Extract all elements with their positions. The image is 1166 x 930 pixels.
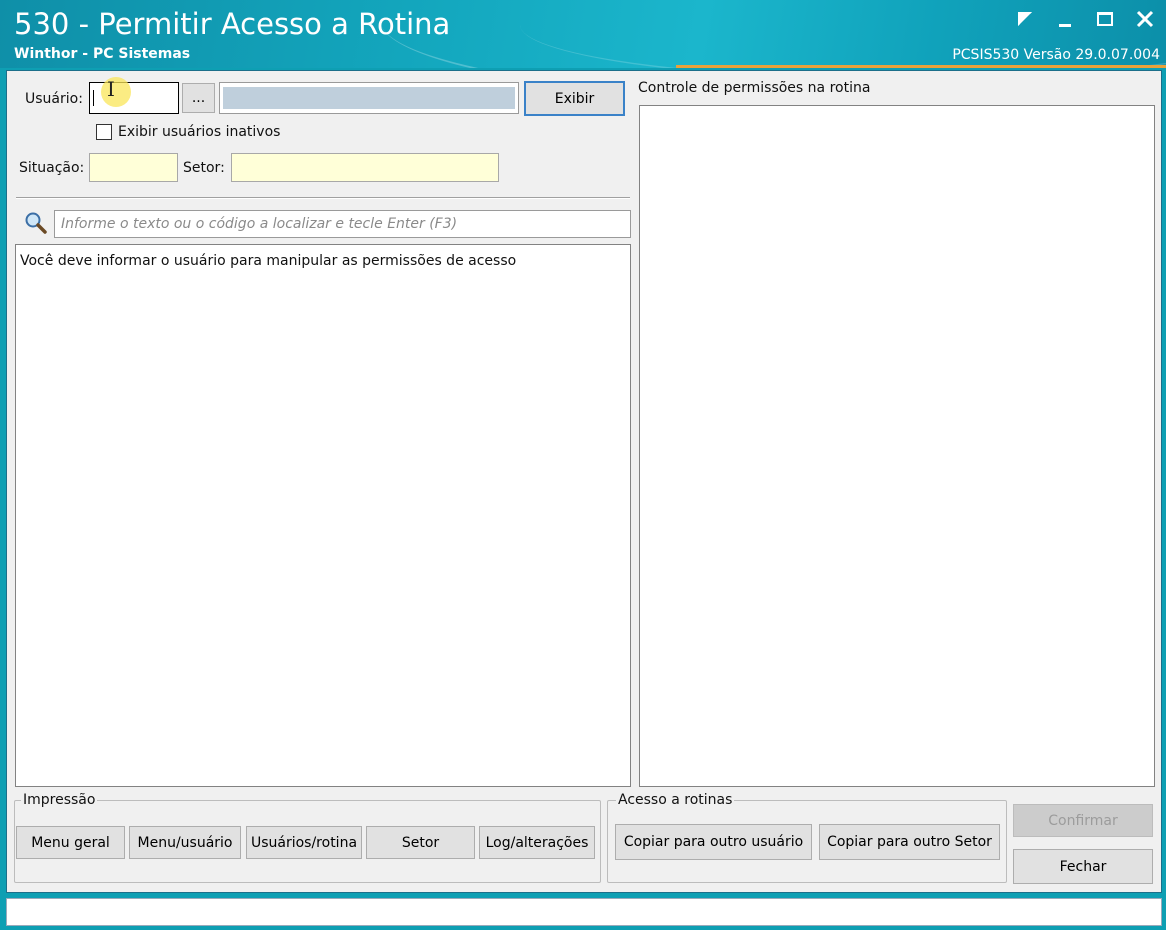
- version-label: PCSIS530 Versão 29.0.07.004: [952, 47, 1160, 63]
- usuario-label: Usuário:: [25, 91, 83, 107]
- usuario-name-fill: [223, 87, 515, 109]
- usuario-name-field: [219, 82, 519, 114]
- fechar-button[interactable]: Fechar: [1013, 849, 1153, 884]
- copiar-usuario-button[interactable]: Copiar para outro usuário: [615, 824, 812, 860]
- permissions-list[interactable]: Você deve informar o usuário para manipu…: [15, 244, 631, 787]
- window-controls: [1014, 8, 1156, 30]
- menu-geral-button[interactable]: Menu geral: [16, 826, 125, 859]
- log-alteracoes-button[interactable]: Log/alterações: [479, 826, 595, 859]
- search-input[interactable]: Informe o texto ou o código a localizar …: [54, 210, 631, 238]
- setor-button[interactable]: Setor: [366, 826, 475, 859]
- accent-line: [676, 65, 1166, 68]
- impressao-title: Impressão: [21, 792, 98, 808]
- usuario-lookup-button[interactable]: ...: [182, 83, 215, 113]
- title-bar: 530 - Permitir Acesso a Rotina Winthor -…: [0, 0, 1166, 68]
- empty-message: Você deve informar o usuário para manipu…: [20, 253, 517, 269]
- inactive-users-label: Exibir usuários inativos: [118, 124, 281, 140]
- main-window: Usuário: I ... Exibir Exibir usuários in…: [6, 70, 1162, 893]
- permissions-control-panel[interactable]: [639, 105, 1155, 787]
- status-bar: [6, 898, 1162, 926]
- cursor-highlight: [101, 77, 131, 107]
- minimize-icon: [1059, 23, 1071, 27]
- minimize-button[interactable]: [1054, 8, 1076, 30]
- menu-usuario-button[interactable]: Menu/usuário: [129, 826, 241, 859]
- usuarios-rotina-button[interactable]: Usuários/rotina: [246, 826, 362, 859]
- inactive-users-checkbox[interactable]: [96, 124, 112, 140]
- maximize-button[interactable]: [1094, 8, 1116, 30]
- restore-button[interactable]: [1014, 8, 1036, 30]
- right-panel-title: Controle de permissões na rotina: [638, 80, 871, 96]
- restore-icon: [1017, 11, 1033, 27]
- window-title: 530 - Permitir Acesso a Rotina: [14, 7, 451, 41]
- setor-label: Setor:: [183, 160, 225, 176]
- acesso-title: Acesso a rotinas: [616, 792, 735, 808]
- confirmar-button[interactable]: Confirmar: [1013, 804, 1153, 837]
- situacao-label: Situação:: [19, 160, 85, 176]
- magnifier-icon: [25, 212, 47, 234]
- situacao-field: [89, 153, 178, 182]
- ibeam-cursor-icon: I: [107, 77, 115, 101]
- window-subtitle: Winthor - PC Sistemas: [14, 46, 191, 62]
- close-button[interactable]: [1134, 8, 1156, 30]
- exibir-button[interactable]: Exibir: [524, 81, 625, 116]
- search-placeholder: Informe o texto ou o código a localizar …: [61, 216, 458, 232]
- usuario-label-text: Usuário:: [25, 91, 83, 107]
- exibir-button-label: Exibir: [554, 90, 595, 107]
- close-icon: [1136, 10, 1154, 28]
- setor-field: [231, 153, 499, 182]
- maximize-icon: [1097, 12, 1113, 26]
- divider: [16, 197, 630, 199]
- text-caret: [93, 90, 94, 106]
- copiar-setor-button[interactable]: Copiar para outro Setor: [819, 824, 1000, 860]
